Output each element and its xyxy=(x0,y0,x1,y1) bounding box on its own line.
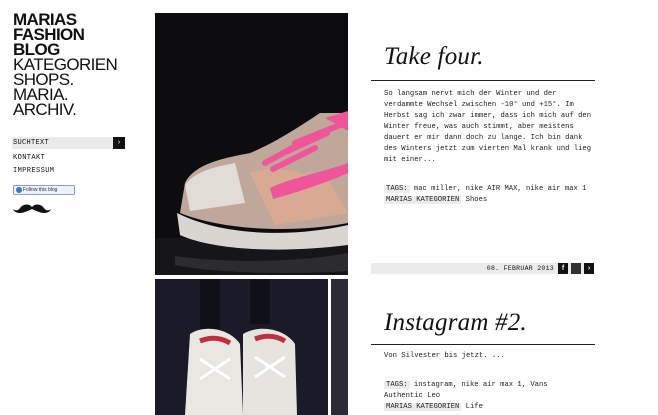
post-category: MARIAS KATEGORIEN Shoes xyxy=(384,195,487,206)
post-tags: TAGS: mac miller, nike AIR MAX, nike air… xyxy=(384,184,586,195)
sneaker-photo xyxy=(155,13,348,275)
nav-archiv[interactable]: ARCHIV. xyxy=(13,101,143,118)
follow-icon xyxy=(16,187,22,193)
post-title[interactable]: Instagram #2. xyxy=(384,309,527,337)
link-kontakt[interactable]: KONTAKT xyxy=(13,154,45,162)
post-category: MARIAS KATEGORIEN Life xyxy=(384,402,483,413)
tags-list[interactable]: mac miller, nike AIR MAX, nike air max 1 xyxy=(414,185,587,193)
tags-continued[interactable]: Authentic Leo xyxy=(384,391,440,402)
category-link[interactable]: Shoes xyxy=(466,196,488,204)
category-link[interactable]: Life xyxy=(466,403,483,411)
post-excerpt: So langsam nervt mich der Winter und der… xyxy=(384,90,592,164)
tags-label: TAGS: xyxy=(384,381,410,389)
search-input[interactable]: SUCHTEXT xyxy=(13,137,49,149)
mustache-icon xyxy=(13,204,51,213)
facebook-share-button[interactable]: f xyxy=(558,263,568,274)
share-button[interactable] xyxy=(571,263,581,274)
search-field[interactable]: SUCHTEXT › xyxy=(12,137,125,149)
post-excerpt: Von Silvester bis jetzt. ... xyxy=(384,352,505,360)
next-arrow-button[interactable]: › xyxy=(584,263,594,274)
title-divider xyxy=(371,344,595,345)
title-divider xyxy=(371,80,595,81)
post-image-instagram[interactable] xyxy=(155,279,328,415)
post-date: 08. FEBRUAR 2013 xyxy=(486,265,554,272)
follow-blog-button[interactable]: Follow this blog xyxy=(13,185,75,195)
post-date-bar: 08. FEBRUAR 2013 f › xyxy=(371,263,594,274)
tags-list[interactable]: instagram, nike air max 1, Vans xyxy=(414,381,548,389)
post-tags: TAGS: instagram, nike air max 1, Vans xyxy=(384,380,548,391)
post-image-edge[interactable] xyxy=(331,279,348,415)
link-impressum[interactable]: IMPRESSUM xyxy=(13,167,54,175)
follow-label: Follow this blog xyxy=(23,187,58,193)
category-label: MARIAS KATEGORIEN xyxy=(384,196,462,204)
site-brand[interactable]: MARIAS FASHION BLOG KATEGORIEN SHOPS. MA… xyxy=(13,11,143,118)
instagram-photo xyxy=(155,279,328,415)
tags-label: TAGS: xyxy=(384,185,410,193)
category-label: MARIAS KATEGORIEN xyxy=(384,403,462,411)
post-title[interactable]: Take four. xyxy=(384,43,484,71)
post-image-sneaker[interactable] xyxy=(155,13,348,275)
search-submit-button[interactable]: › xyxy=(113,137,125,149)
